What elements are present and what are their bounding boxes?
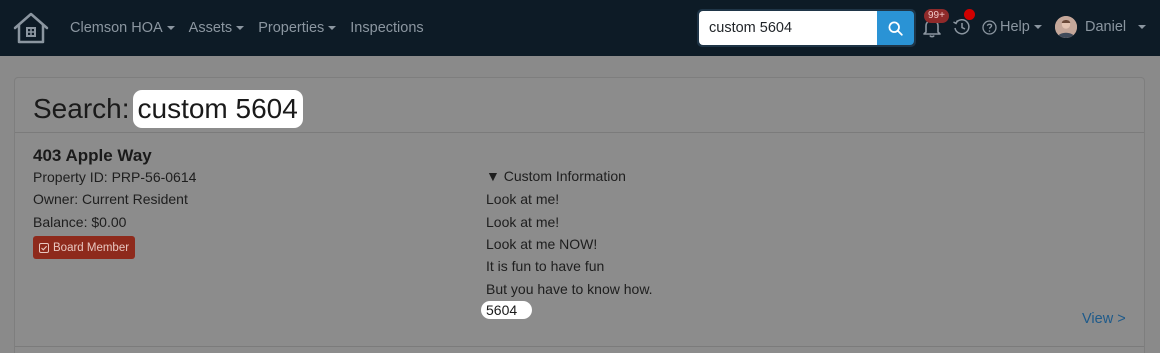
match-highlight: 5604 (481, 301, 532, 319)
nav-assets-label: Assets (188, 20, 233, 36)
divider (15, 132, 1144, 133)
help-menu[interactable]: Help (982, 19, 1042, 35)
custom-info-line: It is fun to have fun (486, 258, 605, 274)
search-button[interactable] (877, 11, 914, 45)
search-query-highlight: custom 5604 (132, 90, 303, 128)
custom-info-line: Look at me! (486, 214, 560, 230)
chevron-down-icon (236, 26, 245, 30)
history-icon[interactable] (952, 17, 972, 37)
chevron-down-icon (1138, 25, 1147, 29)
chevron-down-icon (328, 26, 337, 30)
nav-inspections[interactable]: Inspections (350, 20, 423, 36)
view-link[interactable]: View > (1082, 311, 1126, 327)
user-name: Daniel (1085, 19, 1127, 35)
custom-info-toggle[interactable]: ▼ Custom Information (486, 168, 626, 184)
result-title: 403 Apple Way (33, 146, 152, 165)
balance: Balance: $0.00 (33, 214, 127, 230)
question-circle-icon (982, 19, 997, 35)
check-square-icon (39, 242, 49, 253)
custom-info-line: But you have to know how. (486, 281, 653, 297)
user-menu[interactable]: Daniel (1055, 16, 1147, 38)
search-group (697, 9, 916, 47)
nav-inspections-label: Inspections (350, 20, 424, 36)
status-badge-label: Board Member (53, 241, 130, 254)
property-id: Property ID: PRP-56-0614 (33, 169, 197, 185)
page-title: Search: custom 5604 (33, 90, 303, 128)
custom-info-line: Look at me NOW! (486, 236, 598, 252)
page-title-prefix: Search: (33, 93, 130, 124)
search-input[interactable] (699, 11, 877, 45)
search-results-card: Search: custom 5604 403 Apple Way Proper… (14, 77, 1145, 353)
nav-properties[interactable]: Properties (258, 20, 337, 36)
status-badge: Board Member (33, 236, 136, 259)
house-logo-icon[interactable] (12, 11, 50, 45)
chevron-down-icon (1033, 25, 1042, 29)
nav-clemson-hoa-label: Clemson HOA (70, 20, 163, 36)
nav-clemson-hoa[interactable]: Clemson HOA (70, 20, 175, 36)
navbar: Clemson HOA Assets Properties Inspection… (0, 0, 1160, 56)
nav-properties-label: Properties (258, 20, 325, 36)
divider (15, 346, 1144, 347)
owner: Owner: Current Resident (33, 191, 188, 207)
custom-info-line: Look at me! (486, 191, 560, 207)
avatar (1055, 16, 1077, 38)
chevron-down-icon (166, 26, 175, 30)
history-indicator (964, 9, 975, 20)
search-icon (888, 20, 903, 36)
notification-badge: 99+ (924, 9, 949, 23)
help-label: Help (1000, 19, 1030, 35)
nav-assets[interactable]: Assets (189, 20, 245, 36)
nav-links: Clemson HOA Assets Properties Inspection… (70, 0, 438, 56)
